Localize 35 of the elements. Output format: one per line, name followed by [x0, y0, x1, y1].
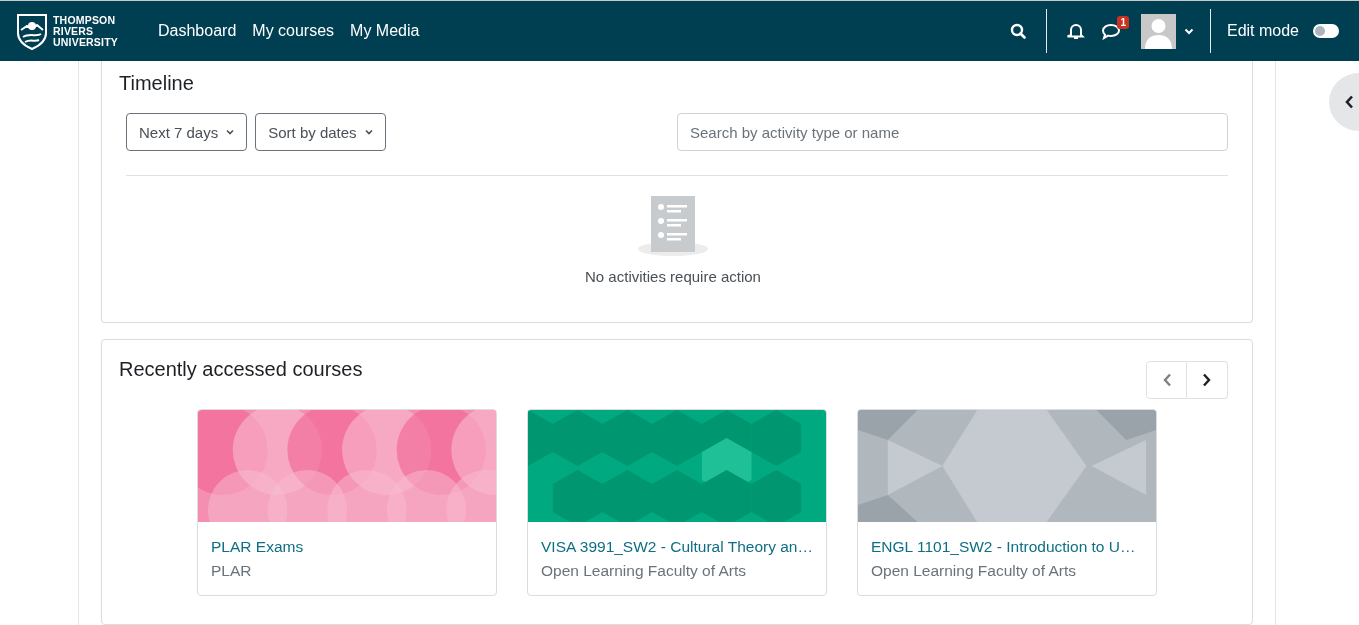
search-field[interactable]: Search by activity type or name	[677, 113, 1228, 151]
nav-link[interactable]: My courses	[252, 22, 335, 40]
nav-link[interactable]: My Media	[350, 22, 420, 40]
course-card[interactable]: PLAR Exams PLAR	[197, 409, 497, 596]
speech-bubble-icon[interactable]	[1100, 22, 1121, 40]
course-category: Open Learning Faculty of Arts	[541, 562, 748, 580]
course-category: PLAR	[211, 562, 253, 580]
filter-dropdown[interactable]: Next 7 days	[126, 113, 248, 151]
course-name[interactable]: ENGL 1101_SW2 - Introduction to U…	[871, 538, 1143, 556]
caret-icon[interactable]	[1183, 27, 1194, 35]
course-name[interactable]: VISA 3991_SW2 - Cultural Theory an…	[541, 538, 813, 556]
activity-list-icon	[637, 196, 709, 258]
course-card[interactable]: ENGL 1101_SW2 - Introduction to U… Open Learning Faculty of Arts	[857, 409, 1157, 596]
shield-logo-icon	[16, 12, 48, 50]
next-button[interactable]	[1187, 361, 1228, 399]
chevron-left-icon	[1344, 95, 1354, 109]
edit-mode-toggle[interactable]	[1313, 24, 1339, 38]
notification-badge: 1	[1117, 16, 1129, 29]
chevron-left-icon	[1161, 373, 1172, 387]
section-title: Timeline	[119, 71, 195, 96]
filter-dropdown[interactable]: Sort by dates	[255, 113, 386, 151]
chevron-right-icon	[1202, 373, 1212, 387]
university-name: THOMPSON RIVERS UNIVERSITY	[53, 14, 118, 48]
bell-icon[interactable]	[1066, 22, 1085, 40]
search-icon[interactable]	[1009, 23, 1026, 39]
section-title: Recently accessed courses	[119, 357, 363, 382]
nav-link[interactable]: Dashboard	[158, 22, 237, 40]
edit-mode-label: Edit mode	[1226, 22, 1299, 40]
user-avatar[interactable]	[1140, 13, 1176, 49]
empty-message: No activities require action	[585, 268, 761, 285]
caret-icon	[226, 129, 235, 135]
course-card[interactable]: VISA 3991_SW2 - Cultural Theory an… Open Learning Faculty of Arts	[527, 409, 827, 596]
course-category: Open Learning Faculty of Arts	[871, 562, 1078, 580]
caret-icon	[364, 129, 373, 135]
course-name[interactable]: PLAR Exams	[211, 538, 483, 556]
